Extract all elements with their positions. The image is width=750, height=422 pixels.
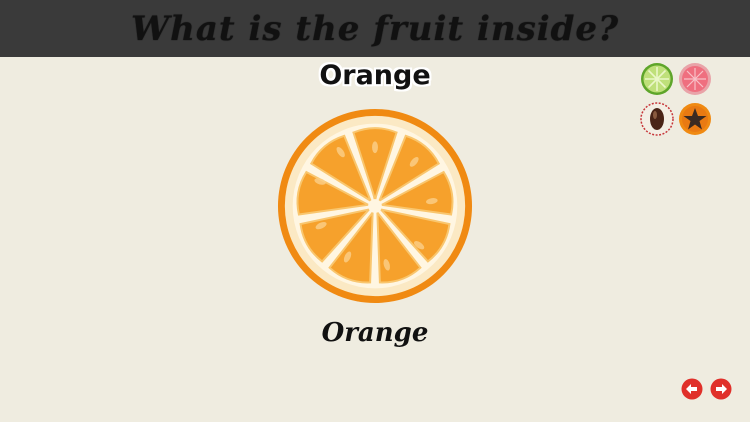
arrow-right-icon: [710, 378, 732, 400]
question-title: What is the fruit inside?: [130, 8, 619, 49]
previous-button[interactable]: [681, 378, 703, 400]
next-button[interactable]: [710, 378, 732, 400]
watermelon-icon[interactable]: [678, 62, 712, 96]
fruit-name-title: Orange: [319, 60, 431, 91]
orange-slice-icon: [277, 108, 473, 304]
fruit-caption: Orange: [321, 318, 429, 348]
star-fruit-icon[interactable]: [678, 102, 712, 136]
seed-icon[interactable]: [640, 102, 674, 136]
lime-icon[interactable]: [640, 62, 674, 96]
header-bar: What is the fruit inside?: [0, 0, 750, 57]
arrow-left-icon: [681, 378, 703, 400]
